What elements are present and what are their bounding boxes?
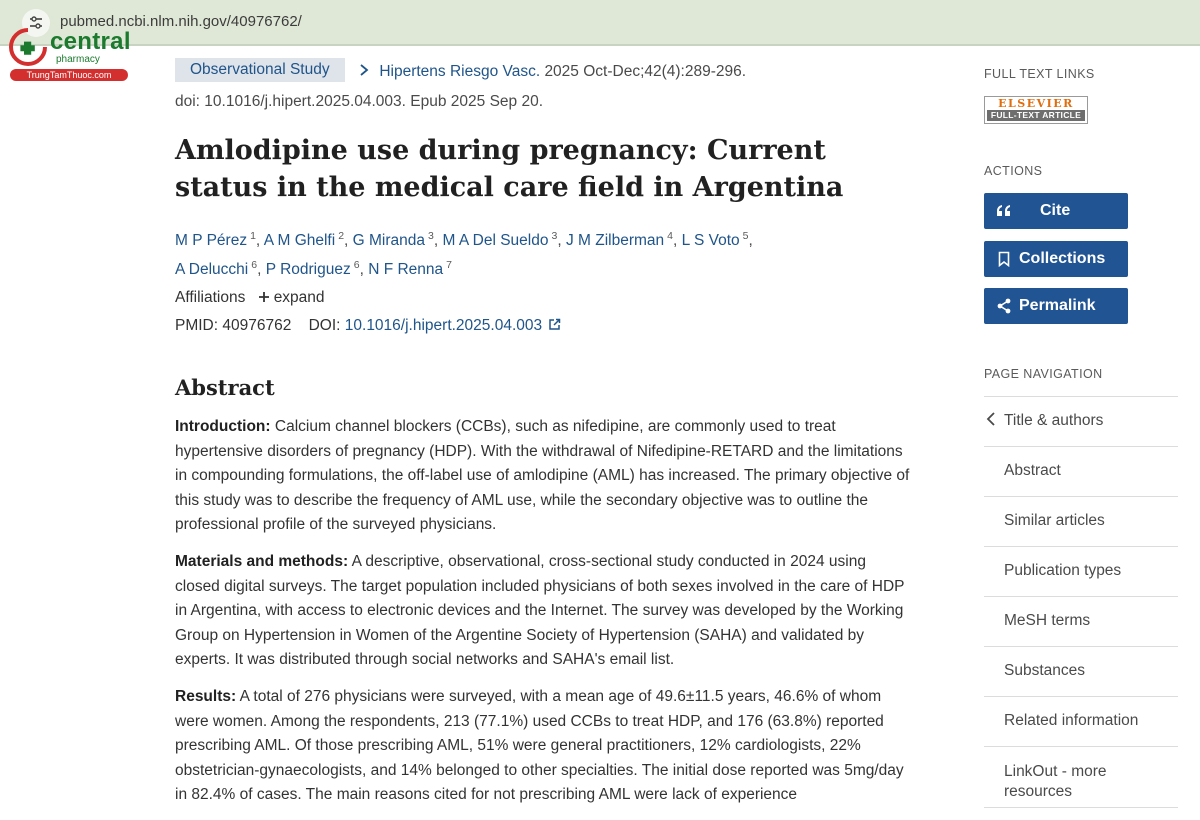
- nav-item-similar-articles[interactable]: Similar articles: [984, 497, 1178, 547]
- watermark-logo: central pharmacy TrungTamThuoc.com: [6, 26, 131, 82]
- elsevier-full-text-text: FULL-TEXT ARTICLE: [987, 110, 1085, 121]
- pmid-label: PMID:: [175, 317, 219, 334]
- pmid-value: 40976762: [222, 317, 292, 334]
- affiliation-number[interactable]: 3: [551, 230, 557, 242]
- expand-affiliations-button[interactable]: expand: [258, 289, 325, 306]
- nav-item-mesh-terms[interactable]: MeSH terms: [984, 597, 1178, 647]
- author-link[interactable]: A M Ghelfi: [264, 232, 336, 249]
- abstract-heading: Abstract: [175, 375, 275, 400]
- author-link[interactable]: M P Pérez: [175, 232, 247, 249]
- section-label: Introduction:: [175, 418, 271, 435]
- affiliation-number[interactable]: 2: [338, 230, 344, 242]
- section-text: A descriptive, observational, cross-sect…: [175, 552, 905, 669]
- external-link-icon[interactable]: [548, 318, 561, 331]
- logo-wordmark: central: [50, 28, 131, 55]
- actions-label: ACTIONS: [984, 164, 1043, 178]
- chevron-right-icon: [359, 63, 373, 80]
- journal-citation: Hipertens Riesgo Vasc. 2025 Oct-Dec;42(4…: [359, 63, 746, 81]
- expand-label: expand: [273, 289, 325, 306]
- affiliation-number[interactable]: 5: [743, 230, 749, 242]
- affiliations-row: Affiliations expand: [175, 289, 325, 307]
- browser-address-bar[interactable]: pubmed.ncbi.nlm.nih.gov/40976762/: [0, 0, 1200, 46]
- affiliation-number[interactable]: 7: [446, 259, 452, 271]
- affiliation-number[interactable]: 6: [251, 259, 257, 271]
- identifiers-row: PMID: 40976762 DOI: 10.1016/j.hipert.202…: [175, 317, 561, 335]
- author-link[interactable]: J M Zilberman: [566, 232, 664, 249]
- abstract-section-introduction: Introduction: Calcium channel blockers (…: [175, 415, 915, 538]
- abstract-section-results: Results: A total of 276 physicians were …: [175, 685, 915, 808]
- section-label: Results:: [175, 687, 237, 705]
- quote-icon: [997, 205, 1010, 216]
- section-text: A total of 276 physicians were surveyed,…: [175, 687, 904, 804]
- nav-item-label: MeSH terms: [1004, 612, 1091, 629]
- elsevier-logo-text: ELSEVIER: [998, 97, 1074, 110]
- author-link[interactable]: N F Renna: [368, 261, 443, 278]
- author-link[interactable]: P Rodriguez: [266, 261, 351, 278]
- share-icon: [997, 298, 1011, 314]
- pharmacy-cross-icon: [9, 28, 47, 66]
- elsevier-full-text-link[interactable]: ELSEVIER FULL-TEXT ARTICLE: [984, 96, 1088, 124]
- nav-item-linkout[interactable]: LinkOut - more resources: [984, 747, 1178, 808]
- nav-item-substances[interactable]: Substances: [984, 647, 1178, 697]
- nav-item-label: Publication types: [1004, 562, 1122, 579]
- author-link[interactable]: M A Del Sueldo: [443, 232, 549, 249]
- publication-type-badge[interactable]: Observational Study: [175, 58, 345, 82]
- page-navigation-list: Title & authors Abstract Similar article…: [984, 396, 1178, 808]
- citation-text: 2025 Oct-Dec;42(4):289-296.: [544, 63, 747, 80]
- cite-label: Cite: [1040, 202, 1071, 219]
- journal-link[interactable]: Hipertens Riesgo Vasc.: [379, 63, 540, 80]
- nav-item-label: Abstract: [1004, 462, 1061, 479]
- nav-item-related-information[interactable]: Related information: [984, 697, 1178, 747]
- bookmark-icon: [998, 251, 1010, 267]
- section-label: Materials and methods:: [175, 552, 349, 570]
- full-text-links-label: FULL TEXT LINKS: [984, 67, 1095, 81]
- affiliation-number[interactable]: 4: [667, 230, 673, 242]
- author-link[interactable]: L S Voto: [682, 232, 740, 249]
- nav-item-abstract[interactable]: Abstract: [984, 447, 1178, 497]
- nav-item-label: Similar articles: [1004, 512, 1105, 529]
- nav-item-label: Substances: [1004, 662, 1085, 679]
- cite-button[interactable]: Cite: [984, 193, 1128, 229]
- permalink-button[interactable]: Permalink: [984, 288, 1128, 324]
- permalink-label: Permalink: [1019, 297, 1096, 314]
- nav-item-title-authors[interactable]: Title & authors: [984, 397, 1178, 447]
- plus-icon: [258, 292, 269, 302]
- author-list: M P Pérez 1, A M Ghelfi 2, G Miranda 3, M A…: [175, 230, 753, 279]
- collections-button[interactable]: Collections: [984, 241, 1128, 277]
- section-text: Calcium channel blockers (CCBs), such as…: [175, 418, 910, 534]
- abstract-section-methods: Materials and methods: A descriptive, ob…: [175, 550, 915, 673]
- chevron-left-icon: [986, 412, 995, 426]
- collections-label: Collections: [1019, 250, 1106, 267]
- affiliation-number[interactable]: 6: [354, 259, 360, 271]
- nav-item-label: LinkOut - more resources: [1004, 763, 1107, 800]
- article-title: Amlodipine use during pregnancy: Current…: [175, 135, 844, 203]
- doi-epub-line: doi: 10.1016/j.hipert.2025.04.003. Epub …: [175, 93, 543, 110]
- affiliation-number[interactable]: 3: [428, 230, 434, 242]
- author-link[interactable]: A Delucchi: [175, 261, 248, 278]
- nav-item-label: Title & authors: [1004, 412, 1104, 429]
- author-link[interactable]: G Miranda: [353, 232, 425, 249]
- doi-link[interactable]: 10.1016/j.hipert.2025.04.003: [345, 317, 542, 334]
- abstract-body: Introduction: Calcium channel blockers (…: [175, 415, 915, 820]
- affiliations-label: Affiliations: [175, 289, 246, 306]
- logo-subtitle: pharmacy: [56, 54, 100, 65]
- article-main: Observational Study Hipertens Riesgo Vas…: [175, 58, 915, 803]
- nav-item-label: Related information: [1004, 712, 1139, 729]
- nav-item-publication-types[interactable]: Publication types: [984, 547, 1178, 597]
- page-navigation-label: PAGE NAVIGATION: [984, 367, 1103, 381]
- logo-tagline: TrungTamThuoc.com: [10, 69, 128, 81]
- affiliation-number[interactable]: 1: [250, 230, 256, 242]
- doi-label: DOI:: [308, 317, 341, 334]
